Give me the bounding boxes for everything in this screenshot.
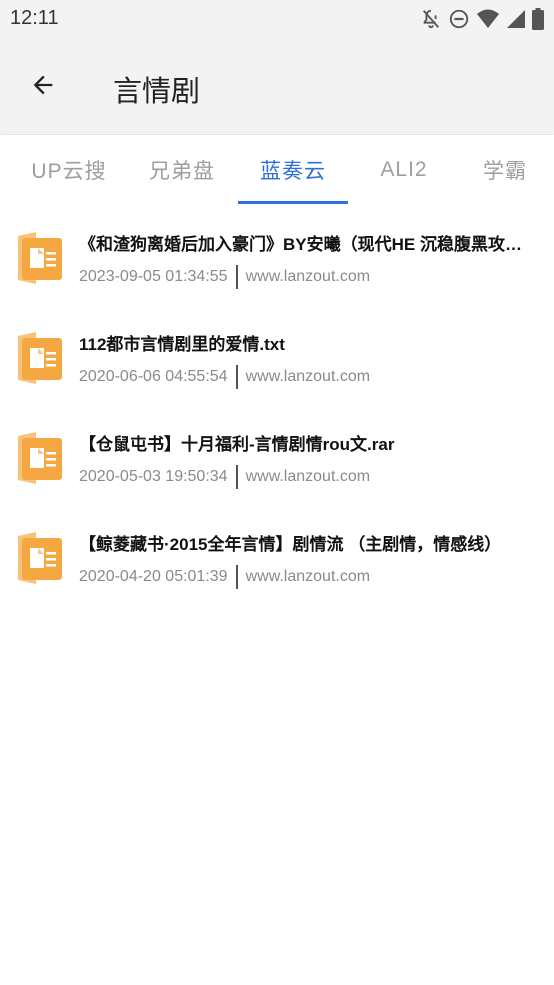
status-bar: 12:11 <box>0 0 554 40</box>
tab-xueba[interactable]: 学霸 <box>460 135 550 205</box>
tab-indicator <box>238 201 348 204</box>
file-source: www.lanzout.com <box>245 468 371 485</box>
tab-xiongdipan[interactable]: 兄弟盘 <box>127 135 237 205</box>
file-meta: 2020-04-20 05:01:39 www.lanzout.com <box>79 565 370 589</box>
file-date: 2023-09-05 01:34:55 <box>79 268 228 285</box>
list-item[interactable]: 《和渣狗离婚后加入豪门》BY安曦（现代HE 沉稳腹黑攻x温柔美人受） 2023-… <box>0 208 554 308</box>
list-item[interactable]: 【鲸菱藏书·2015全年言情】剧情流 （主剧情，情感线） 2020-04-20 … <box>0 508 554 608</box>
file-date: 2020-04-20 05:01:39 <box>79 568 228 585</box>
folder-document-icon <box>14 230 64 286</box>
page-title: 言情剧 <box>113 76 201 108</box>
battery-icon <box>532 8 544 30</box>
list-item[interactable]: 【仓鼠屯书】十月福利-言情剧情rou文.rar 2020-05-03 19:50… <box>0 408 554 508</box>
meta-divider <box>235 365 238 389</box>
file-date: 2020-06-06 04:55:54 <box>79 368 228 385</box>
tab-bar: UP云搜 兄弟盘 蓝奏云 ALI2 学霸 <box>0 135 554 205</box>
tab-up-yunsou[interactable]: UP云搜 <box>14 135 124 205</box>
file-source: www.lanzout.com <box>245 368 371 385</box>
status-icons <box>420 6 544 32</box>
status-time: 12:11 <box>10 7 59 29</box>
meta-divider <box>235 265 238 289</box>
back-button[interactable] <box>22 66 64 108</box>
file-name: 《和渣狗离婚后加入豪门》BY安曦（现代HE 沉稳腹黑攻x温柔美人受） <box>79 235 529 254</box>
tab-lanzouyun[interactable]: 蓝奏云 <box>238 135 348 205</box>
arrow-back-icon <box>29 71 57 104</box>
file-list: 《和渣狗离婚后加入豪门》BY安曦（现代HE 沉稳腹黑攻x温柔美人受） 2023-… <box>0 208 554 608</box>
folder-document-icon <box>14 430 64 486</box>
tab-ali2[interactable]: ALI2 <box>349 135 459 205</box>
file-name: 【鲸菱藏书·2015全年言情】剧情流 （主剧情，情感线） <box>79 535 502 554</box>
file-meta: 2023-09-05 01:34:55 www.lanzout.com <box>79 265 370 289</box>
screen: 12:11 言情剧 UP云搜 兄弟盘 蓝奏云 ALI2 学霸 《和渣狗离婚后加入… <box>0 0 554 985</box>
folder-document-icon <box>14 530 64 586</box>
list-item[interactable]: 112都市言情剧里的爱情.txt 2020-06-06 04:55:54 www… <box>0 308 554 408</box>
signal-icon <box>506 9 526 29</box>
file-meta: 2020-06-06 04:55:54 www.lanzout.com <box>79 365 370 389</box>
wifi-icon <box>476 8 500 30</box>
file-name: 【仓鼠屯书】十月福利-言情剧情rou文.rar <box>79 435 395 454</box>
app-bar: 言情剧 <box>0 40 554 134</box>
file-name: 112都市言情剧里的爱情.txt <box>79 335 285 354</box>
file-source: www.lanzout.com <box>245 268 371 285</box>
file-source: www.lanzout.com <box>245 568 371 585</box>
meta-divider <box>235 465 238 489</box>
file-meta: 2020-05-03 19:50:34 www.lanzout.com <box>79 465 370 489</box>
meta-divider <box>235 565 238 589</box>
do-not-disturb-icon <box>448 8 470 30</box>
notifications-off-icon <box>420 8 442 30</box>
folder-document-icon <box>14 330 64 386</box>
file-date: 2020-05-03 19:50:34 <box>79 468 228 485</box>
